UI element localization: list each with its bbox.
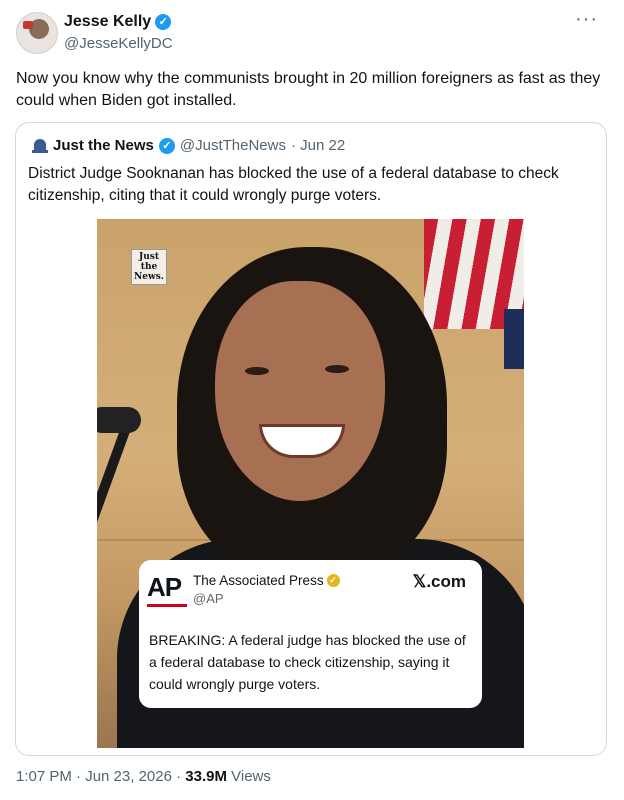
avatar-badge-icon [23, 21, 33, 29]
tweet-footer: 1:07 PM · Jun 23, 2026 · 33.9M Views [16, 768, 271, 785]
microphone-stem [97, 426, 131, 562]
ap-handle: @AP [193, 591, 224, 606]
just-the-news-watermark: Just the News. [131, 249, 167, 285]
author-name[interactable]: Jesse Kelly [64, 13, 151, 31]
verified-badge-icon: ✓ [155, 14, 172, 30]
ap-tweet-card: AP The Associated Press ✓ @AP 𝕏.com BREA… [139, 560, 482, 708]
tweet-text: Now you know why the communists brought … [16, 70, 601, 109]
flag-pole-graphic [504, 309, 524, 369]
author-handle[interactable]: @JesseKellyDC [64, 35, 173, 52]
quote-photo[interactable]: Just the News. AP The Associated Press ✓… [97, 219, 524, 748]
more-options-icon[interactable]: ··· [575, 8, 598, 31]
right-eye [325, 365, 349, 373]
author-avatar[interactable] [16, 12, 58, 54]
quote-header: Just the News ✓ @JustTheNews · Jun 22 [32, 137, 345, 154]
ap-verified-badge-icon: ✓ [326, 574, 340, 587]
quote-author-handle[interactable]: @JustTheNews [180, 137, 286, 154]
author-name-row[interactable]: Jesse Kelly ✓ [64, 13, 172, 31]
x-com-label: 𝕏.com [412, 572, 466, 591]
ap-logo: AP [147, 572, 182, 602]
ap-breaking-text: BREAKING: A federal judge has blocked th… [149, 632, 466, 692]
capitol-logo-icon [32, 138, 48, 154]
judge-face [215, 281, 385, 501]
ap-name: The Associated Press [193, 573, 324, 588]
ap-name-row: The Associated Press ✓ [193, 573, 340, 588]
microphone-icon [97, 407, 141, 433]
quote-text: District Judge Sooknanan has blocked the… [28, 165, 559, 204]
views-count[interactable]: 33.9M [185, 768, 227, 785]
ap-logo-underline [147, 604, 187, 607]
tweet-timestamp[interactable]: 1:07 PM · Jun 23, 2026 · [16, 768, 185, 785]
left-eye [245, 367, 269, 375]
quote-date[interactable]: · Jun 22 [291, 137, 345, 154]
quote-author-name[interactable]: Just the News [53, 137, 154, 154]
views-label: Views [226, 768, 271, 785]
quote-verified-badge-icon: ✓ [158, 137, 175, 154]
